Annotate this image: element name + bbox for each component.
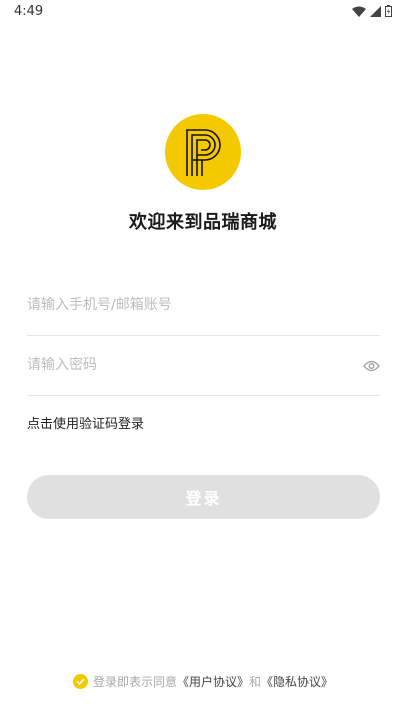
user-agreement-link[interactable]: 《用户协议》	[177, 673, 249, 690]
signal-icon	[370, 5, 381, 17]
agreement-prefix: 登录即表示同意	[92, 675, 177, 689]
wifi-icon	[352, 6, 366, 17]
password-input[interactable]	[27, 336, 347, 394]
welcome-title: 欢迎来到品瑞商城	[129, 212, 277, 233]
status-bar: 4:49	[0, 0, 406, 24]
sms-login-link[interactable]: 点击使用验证码登录	[27, 413, 144, 432]
check-icon	[76, 678, 85, 685]
agreement-row: 登录即表示同意 《用户协议》 和 《隐私协议》	[0, 673, 406, 690]
battery-icon	[385, 5, 392, 17]
status-icons	[352, 5, 392, 17]
app-logo	[165, 114, 241, 190]
account-input[interactable]	[27, 276, 347, 334]
agreement-conjunction: 和	[249, 675, 262, 689]
login-button[interactable]: 登录	[27, 475, 380, 519]
password-field	[27, 336, 380, 396]
privacy-policy-link[interactable]: 《隐私协议》	[261, 673, 333, 690]
eye-icon[interactable]	[363, 357, 380, 376]
status-time: 4:49	[14, 4, 44, 19]
account-field	[27, 276, 380, 336]
agreement-checkbox[interactable]	[72, 674, 88, 689]
p-logo-icon	[186, 129, 221, 176]
